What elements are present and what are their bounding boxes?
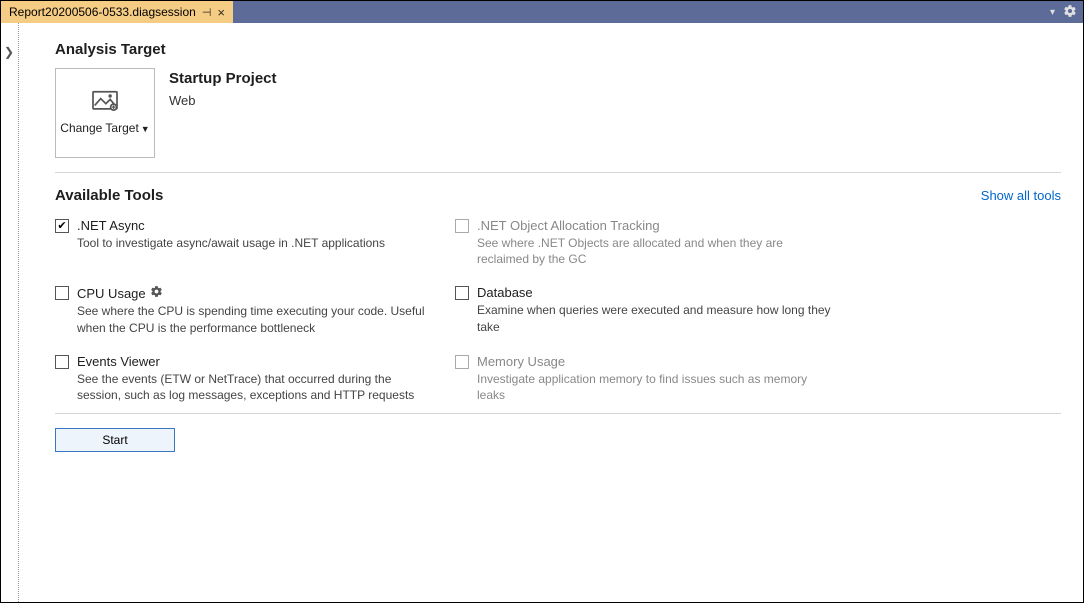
available-tools-heading: Available Tools	[55, 187, 163, 204]
tool-description: See where the CPU is spending time execu…	[77, 303, 435, 335]
tool-checkbox[interactable]	[55, 355, 69, 369]
tool-checkbox[interactable]	[55, 219, 69, 233]
divider	[55, 172, 1061, 173]
tool-item: Memory Usage Investigate application memo…	[455, 354, 835, 403]
tool-description: Examine when queries were executed and m…	[477, 302, 835, 334]
tool-item: CPU Usage See where the CPU is spending …	[55, 285, 435, 335]
tool-description: Investigate application memory to find i…	[477, 371, 835, 403]
tab-title: Report20200506-0533.diagsession	[9, 5, 196, 19]
tool-checkbox[interactable]	[455, 286, 469, 300]
tool-name: Memory Usage	[477, 354, 565, 369]
tool-name: .NET Object Allocation Tracking	[477, 218, 660, 233]
target-image-icon	[91, 90, 119, 117]
dropdown-icon[interactable]: ▾	[1050, 7, 1055, 18]
analysis-target-heading: Analysis Target	[55, 41, 1061, 58]
change-target-button[interactable]: Change Target▼	[55, 68, 155, 158]
tool-name: Database	[477, 285, 533, 300]
change-target-label: Change Target▼	[60, 121, 149, 135]
divider	[55, 413, 1061, 414]
gear-icon[interactable]	[150, 285, 163, 301]
tool-description: See where .NET Objects are allocated and…	[477, 235, 835, 267]
project-subtitle: Web	[169, 93, 277, 108]
titlebar: Report20200506-0533.diagsession ⊣ × ▾	[1, 1, 1083, 23]
pin-icon[interactable]: ⊣	[202, 6, 212, 19]
left-gutter: ❯	[1, 23, 19, 602]
chevron-right-icon[interactable]: ❯	[4, 45, 14, 59]
tool-checkbox	[455, 355, 469, 369]
content-area: Analysis Target Change Target▼	[19, 23, 1083, 602]
tool-description: See the events (ETW or NetTrace) that oc…	[77, 371, 435, 403]
chevron-down-icon: ▼	[141, 124, 150, 134]
gear-icon[interactable]	[1063, 4, 1077, 21]
document-tab[interactable]: Report20200506-0533.diagsession ⊣ ×	[1, 1, 233, 23]
tool-checkbox[interactable]	[55, 286, 69, 300]
tool-name: Events Viewer	[77, 354, 160, 369]
start-button[interactable]: Start	[55, 428, 175, 452]
tool-description: Tool to investigate async/await usage in…	[77, 235, 435, 251]
show-all-tools-link[interactable]: Show all tools	[981, 188, 1061, 203]
tool-checkbox	[455, 219, 469, 233]
tool-item: .NET Object Allocation Tracking See where…	[455, 218, 835, 267]
tool-name: CPU Usage	[77, 285, 163, 301]
tool-item: Events Viewer See the events (ETW or NetT…	[55, 354, 435, 403]
close-icon[interactable]: ×	[217, 5, 225, 20]
project-title: Startup Project	[169, 70, 277, 87]
tool-item: Database Examine when queries were execut…	[455, 285, 835, 335]
tool-item: .NET Async Tool to investigate async/awai…	[55, 218, 435, 267]
tool-name: .NET Async	[77, 218, 145, 233]
